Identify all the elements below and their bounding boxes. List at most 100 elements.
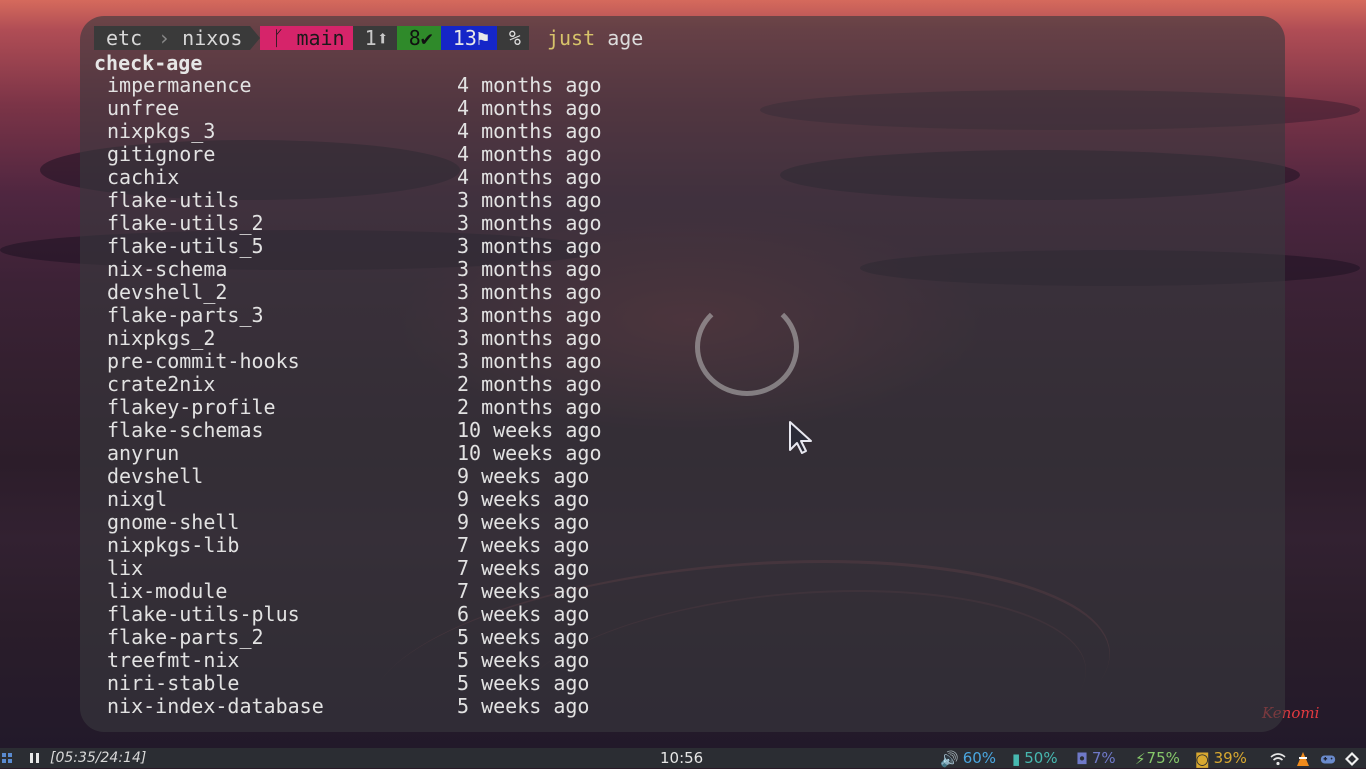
input-age: 5 weeks ago (457, 648, 590, 672)
volume-icon: 🔊 (940, 749, 959, 768)
list-item: cachix 4 months ago (107, 166, 667, 189)
list-item: flake-utils-plus 6 weeks ago (107, 603, 667, 626)
input-age: 3 months ago (457, 257, 602, 281)
list-item: niri-stable 5 weeks ago (107, 672, 667, 695)
input-name: flake-parts_2 (107, 625, 264, 649)
volume-indicator[interactable]: 🔊 60% (940, 748, 996, 768)
output-heading: check-age (94, 51, 203, 75)
input-name: crate2nix (107, 372, 216, 396)
command-keyword: just (546, 26, 596, 50)
loading-spinner-icon (695, 298, 799, 396)
mouse-pointer-icon (789, 421, 812, 454)
prompt-dir-separator: › (150, 26, 183, 50)
input-name: cachix (107, 165, 180, 189)
cpu-icon: ◘ (1076, 749, 1088, 768)
start-menu-icon[interactable] (2, 753, 12, 763)
list-item: lix-module 7 weeks ago (107, 580, 667, 603)
list-item: flake-utils_5 3 months ago (107, 235, 667, 258)
input-name: gitignore (107, 142, 216, 166)
input-age: 9 weeks ago (457, 487, 590, 511)
input-name: niri-stable (107, 671, 240, 695)
prompt-dir-current: nixos (182, 26, 251, 50)
input-age: 4 months ago (457, 165, 602, 189)
input-name: flake-utils (107, 188, 240, 212)
input-name: lix-module (107, 579, 228, 603)
list-item: gnome-shell 9 weeks ago (107, 511, 667, 534)
list-item: devshell_2 3 months ago (107, 281, 667, 304)
input-name: devshell (107, 464, 204, 488)
input-name: devshell_2 (107, 280, 228, 304)
battery-icon: ⚡ (1135, 749, 1146, 768)
input-name: unfree (107, 96, 180, 120)
input-age: 3 months ago (457, 188, 602, 212)
list-item: flake-parts_3 3 months ago (107, 304, 667, 327)
cpu-indicator: ◘ 7% (1076, 748, 1116, 768)
input-age: 7 weeks ago (457, 533, 590, 557)
list-item: nixpkgs-lib 7 weeks ago (107, 534, 667, 557)
git-branch-icon: ᚴ (272, 26, 285, 50)
list-item: flakey-profile 2 months ago (107, 396, 667, 419)
disk-icon: ◙ (1195, 749, 1210, 768)
chevron-right-icon: › (158, 26, 171, 50)
input-age: 3 months ago (457, 211, 602, 235)
shell-prompt: etc › nixos ᚴ main 1⬆ 8✔ 13⚑ % just age (94, 26, 643, 50)
input-name: gnome-shell (107, 510, 240, 534)
disk-indicator: ◙ 39% (1195, 748, 1247, 768)
list-item: nixpkgs_2 3 months ago (107, 327, 667, 350)
input-name: flake-schemas (107, 418, 264, 442)
input-name: treefmt-nix (107, 648, 240, 672)
prompt-git-flags: 13⚑ (440, 26, 497, 50)
memory-value: 50% (1024, 749, 1058, 767)
prompt-git-branch: ᚴ main (260, 26, 353, 50)
input-age: 9 weeks ago (457, 510, 590, 534)
volume-value: 60% (962, 749, 997, 767)
output-list: impermanence 4 months ago unfree 4 months a… (107, 74, 667, 718)
powerline-separator-icon (250, 26, 261, 50)
list-item: treefmt-nix 5 weeks ago (107, 649, 667, 672)
input-age: 3 months ago (457, 349, 602, 373)
input-age: 10 weeks ago (457, 418, 602, 442)
input-age: 5 weeks ago (457, 625, 590, 649)
input-name: flakey-profile (107, 395, 276, 419)
media-timer: [05:35/24:14] (50, 750, 147, 766)
input-name: lix (107, 556, 144, 580)
list-item: nixgl 9 weeks ago (107, 488, 667, 511)
input-name: flake-utils-plus (107, 602, 300, 626)
input-age: 5 weeks ago (457, 694, 590, 718)
list-item: flake-utils_2 3 months ago (107, 212, 667, 235)
input-age: 4 months ago (457, 73, 602, 97)
input-name: flake-utils_5 (107, 234, 264, 258)
pause-icon[interactable] (30, 753, 40, 763)
clock[interactable]: 10:56 (660, 748, 703, 768)
input-name: flake-utils_2 (107, 211, 264, 235)
memory-indicator: ▮ 50% (1012, 748, 1058, 768)
input-age: 6 weeks ago (457, 602, 590, 626)
input-age: 10 weeks ago (457, 441, 602, 465)
prompt-git-ahead: 1⬆ (352, 26, 397, 50)
list-item: flake-schemas 10 weeks ago (107, 419, 667, 442)
input-age: 5 weeks ago (457, 671, 590, 695)
list-item: gitignore 4 months ago (107, 143, 667, 166)
list-item: flake-utils 3 months ago (107, 189, 667, 212)
input-name: nixpkgs-lib (107, 533, 240, 557)
prompt-symbol: % (496, 26, 529, 50)
terminal-window[interactable]: etc › nixos ᚴ main 1⬆ 8✔ 13⚑ % just age … (80, 16, 1285, 732)
prompt-git-clean: 8✔ (396, 26, 441, 50)
input-age: 7 weeks ago (457, 556, 590, 580)
list-item: nix-schema 3 months ago (107, 258, 667, 281)
input-name: nix-index-database (107, 694, 324, 718)
input-age: 4 months ago (457, 119, 602, 143)
git-branch-name: main (296, 26, 345, 50)
input-age: 2 months ago (457, 372, 602, 396)
vlc-icon[interactable] (1295, 751, 1311, 766)
wifi-icon[interactable] (1270, 752, 1286, 766)
gamepad-icon[interactable] (1320, 752, 1336, 766)
battery-indicator: ⚡75% (1135, 748, 1180, 768)
input-age: 9 weeks ago (457, 464, 590, 488)
input-age: 7 weeks ago (457, 579, 590, 603)
input-name: nixpkgs_3 (107, 119, 216, 143)
cpu-value: 7% (1091, 749, 1116, 767)
memory-icon: ▮ (1012, 749, 1021, 768)
diamond-icon[interactable] (1344, 751, 1360, 766)
list-item: crate2nix 2 months ago (107, 373, 667, 396)
